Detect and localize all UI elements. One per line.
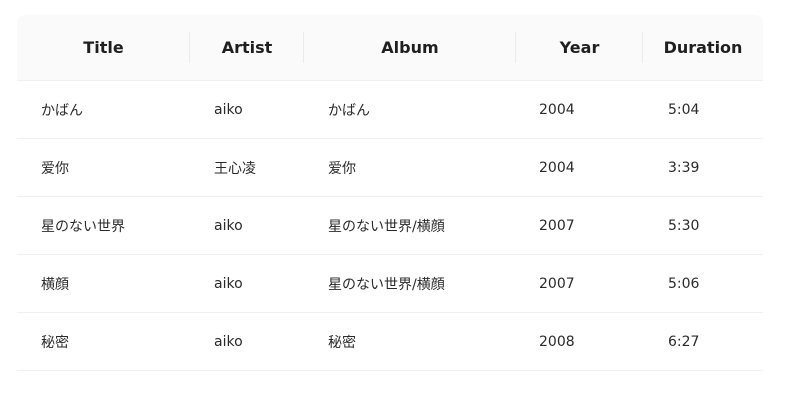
- cell-year: 2007: [539, 275, 575, 292]
- cell-duration: 5:04: [668, 101, 700, 118]
- column-header-label: Duration: [663, 38, 743, 57]
- songs-table: Title Artist Album Year Duration かばん aik…: [17, 15, 763, 371]
- cell-duration: 5:30: [668, 217, 700, 234]
- column-header-label: Year: [559, 38, 600, 57]
- cell-album: 星のない世界/横顔: [328, 276, 445, 293]
- cell-duration: 6:27: [668, 333, 700, 350]
- cell-title: 爱你: [41, 160, 69, 177]
- cell-title: 横顔: [41, 276, 69, 293]
- column-header-duration[interactable]: Duration: [643, 15, 763, 80]
- cell-year: 2004: [539, 159, 575, 176]
- column-header-year[interactable]: Year: [516, 15, 643, 80]
- cell-artist: aiko: [214, 101, 243, 118]
- cell-duration: 3:39: [668, 159, 700, 176]
- cell-album: 爱你: [328, 160, 356, 177]
- cell-year: 2007: [539, 217, 575, 234]
- column-header-label: Album: [381, 38, 439, 57]
- table-row[interactable]: 秘密 aiko 秘密 2008 6:27: [17, 313, 763, 371]
- cell-album: 星のない世界/横顔: [328, 218, 445, 235]
- cell-artist: 王心凌: [214, 160, 256, 177]
- column-header-title[interactable]: Title: [17, 15, 190, 80]
- column-header-label: Artist: [221, 38, 273, 57]
- column-header-artist[interactable]: Artist: [190, 15, 304, 80]
- cell-year: 2008: [539, 333, 575, 350]
- column-header-label: Title: [83, 38, 124, 57]
- cell-album: 秘密: [328, 334, 356, 351]
- table-header: Title Artist Album Year Duration: [17, 15, 763, 81]
- cell-duration: 5:06: [668, 275, 700, 292]
- table-row[interactable]: 横顔 aiko 星のない世界/横顔 2007 5:06: [17, 255, 763, 313]
- cell-title: かばん: [41, 102, 83, 119]
- cell-album: かばん: [328, 102, 370, 119]
- column-header-album[interactable]: Album: [304, 15, 516, 80]
- table-row[interactable]: 星のない世界 aiko 星のない世界/横顔 2007 5:30: [17, 197, 763, 255]
- cell-title: 星のない世界: [41, 218, 125, 235]
- cell-artist: aiko: [214, 217, 243, 234]
- cell-title: 秘密: [41, 334, 69, 351]
- table-row[interactable]: 爱你 王心凌 爱你 2004 3:39: [17, 139, 763, 197]
- cell-artist: aiko: [214, 275, 243, 292]
- cell-year: 2004: [539, 101, 575, 118]
- cell-artist: aiko: [214, 333, 243, 350]
- table-row[interactable]: かばん aiko かばん 2004 5:04: [17, 81, 763, 139]
